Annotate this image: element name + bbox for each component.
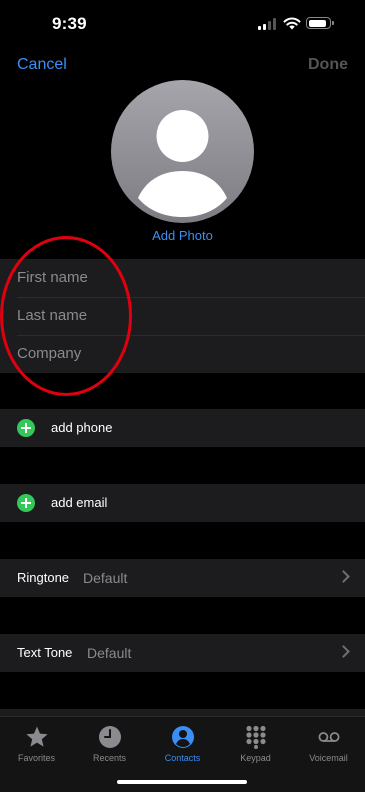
add-phone-label: add phone [51, 420, 113, 435]
voicemail-icon [318, 732, 339, 742]
text-tone-value: Default [87, 645, 132, 661]
chevron-right-icon [337, 570, 350, 583]
keypad-icon [245, 725, 266, 749]
add-circle-icon [17, 419, 35, 437]
tab-label: Favorites [17, 753, 55, 763]
nav-bar: Cancel Done [0, 52, 365, 78]
add-phone-row[interactable]: add phone [0, 409, 365, 447]
status-time: 9:39 [52, 14, 87, 33]
battery-icon [306, 17, 334, 29]
add-email-label: add email [51, 495, 108, 510]
tab-keypad[interactable]: Keypad [219, 725, 292, 763]
tab-recents[interactable]: Recents [73, 725, 146, 763]
ringtone-value: Default [83, 570, 128, 586]
home-indicator [117, 780, 247, 784]
cellular-signal-icon [258, 18, 278, 30]
star-icon [25, 726, 48, 747]
ringtone-label: Ringtone [17, 570, 70, 585]
wifi-icon [283, 17, 301, 30]
first-name-field[interactable]: First name [0, 259, 365, 297]
clock-icon [98, 726, 121, 748]
tab-label: Recents [92, 753, 127, 763]
tab-voicemail[interactable]: Voicemail [292, 725, 365, 763]
add-photo-button[interactable]: Add Photo [0, 228, 365, 243]
tab-label: Contacts [164, 753, 201, 763]
ringtone-row[interactable]: Ringtone Default [0, 559, 365, 597]
company-field[interactable]: Company [0, 335, 365, 373]
chevron-right-icon [337, 645, 350, 658]
add-circle-icon [17, 494, 35, 512]
tab-label: Voicemail [309, 753, 348, 763]
tab-label: Keypad [240, 753, 271, 763]
cancel-button[interactable]: Cancel [17, 56, 67, 74]
done-button[interactable]: Done [308, 56, 348, 74]
person-circle-icon [171, 726, 194, 748]
text-tone-label: Text Tone [17, 645, 73, 660]
contact-photo-placeholder[interactable] [111, 80, 254, 223]
status-bar: 9:39 [0, 0, 365, 48]
text-tone-row[interactable]: Text Tone Default [0, 634, 365, 672]
name-fields-group: First name Last name Company [0, 259, 365, 373]
person-silhouette-icon [138, 110, 227, 217]
add-email-row[interactable]: add email [0, 484, 365, 522]
tab-contacts[interactable]: Contacts [146, 725, 219, 763]
last-name-field[interactable]: Last name [0, 297, 365, 335]
tab-favorites[interactable]: Favorites [0, 725, 73, 763]
